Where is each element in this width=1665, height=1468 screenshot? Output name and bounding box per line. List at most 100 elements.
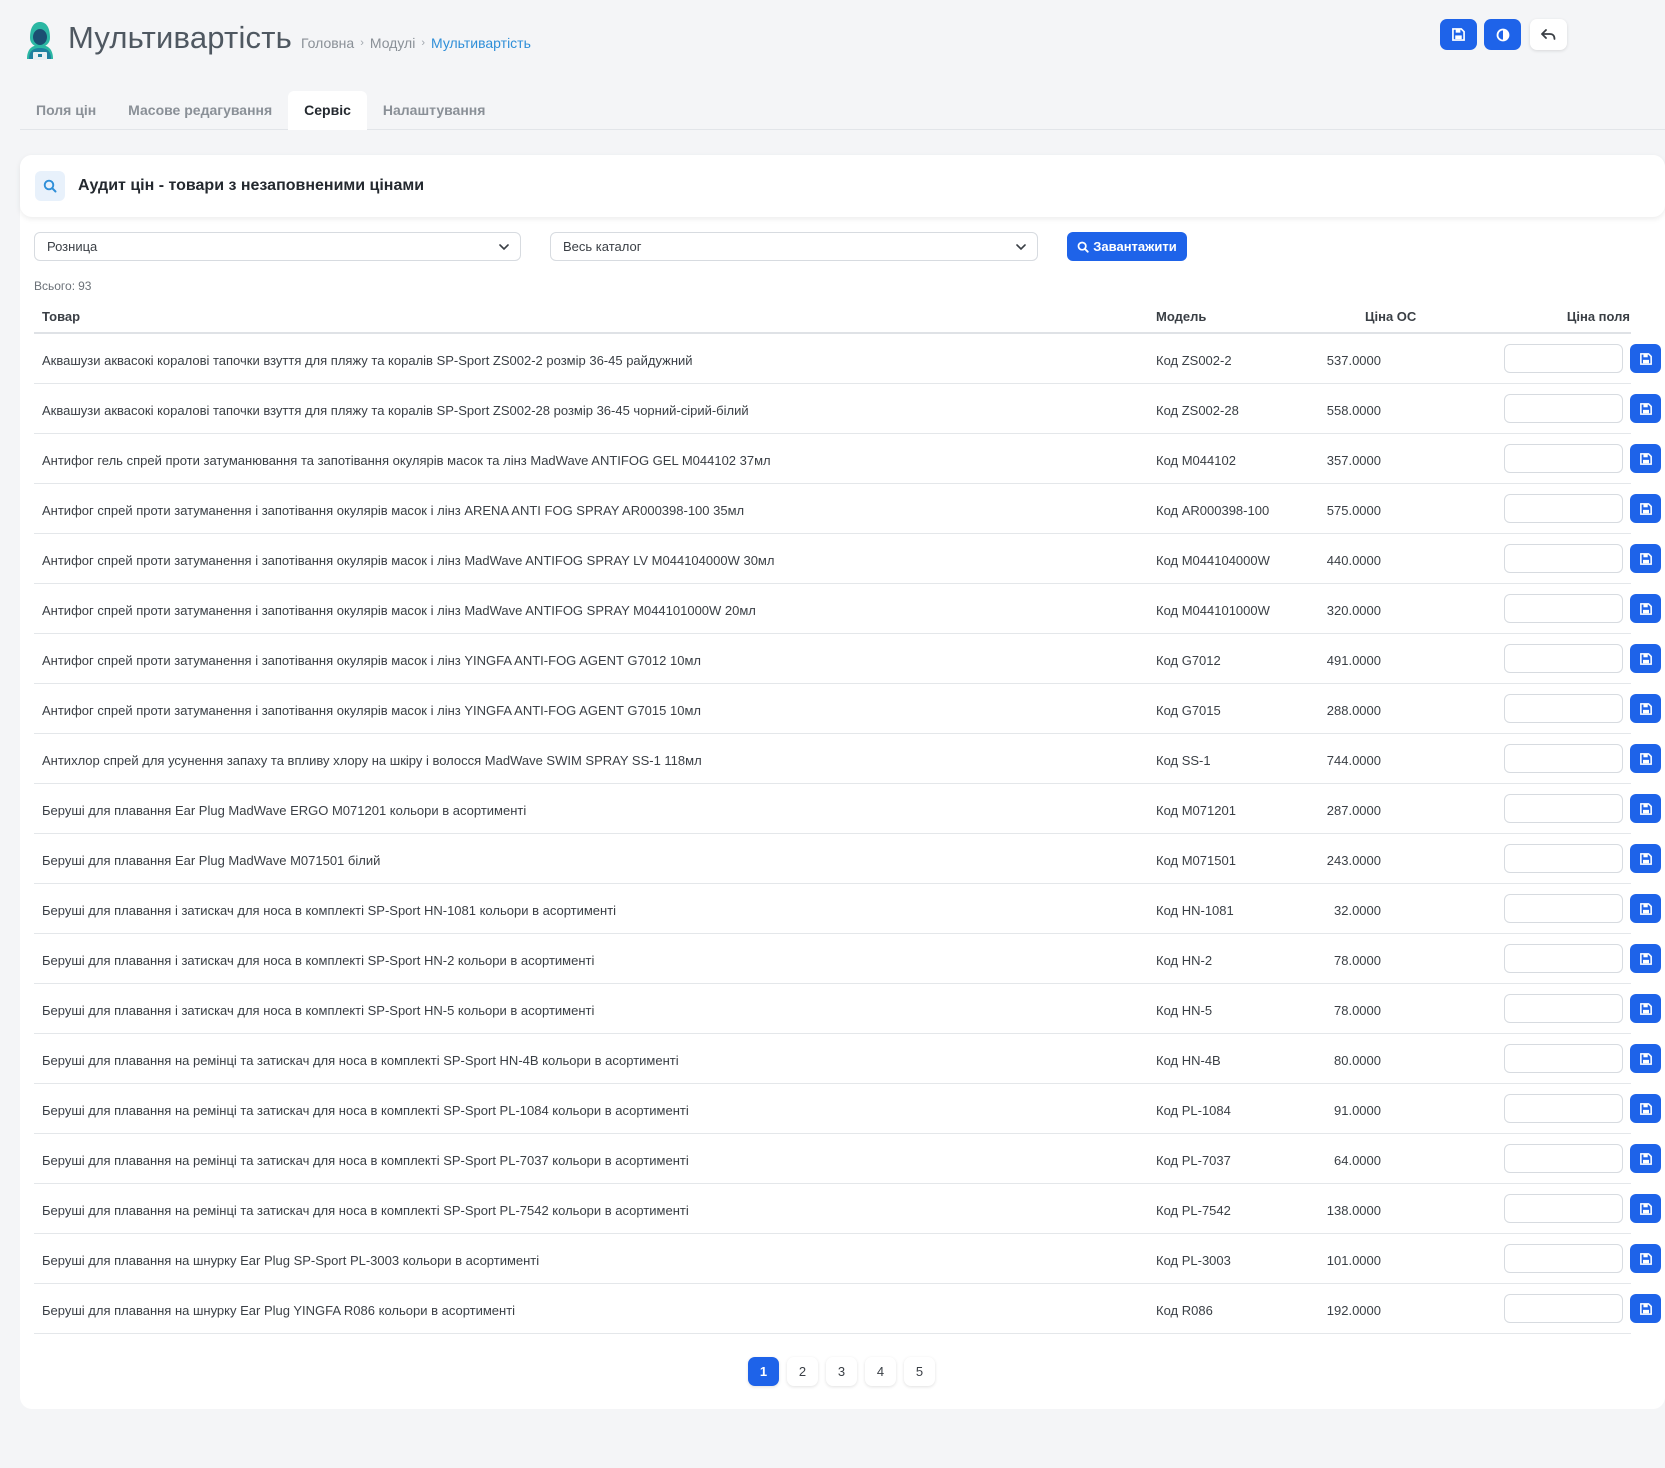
row-save-button[interactable] — [1630, 494, 1661, 523]
row-save-button[interactable] — [1630, 644, 1661, 673]
row-save-button[interactable] — [1630, 844, 1661, 873]
product-model: Код ZS002-2 — [1156, 353, 1232, 368]
row-save-button[interactable] — [1630, 694, 1661, 723]
row-save-button[interactable] — [1630, 1144, 1661, 1173]
product-name: Антифог спрей проти затуманення і запоті… — [42, 603, 756, 618]
save-icon — [1639, 1152, 1652, 1165]
load-button[interactable]: Завантажити — [1067, 232, 1187, 261]
product-name: Беруші для плавання на шнурку Ear Plug Y… — [42, 1303, 516, 1318]
product-price-os: 287.0000 — [1326, 803, 1381, 818]
product-price-os: 744.0000 — [1326, 753, 1381, 768]
breadcrumb-current-link[interactable]: Мультивартість — [431, 35, 531, 51]
price-field-input[interactable] — [1504, 594, 1623, 623]
row-save-button[interactable] — [1630, 344, 1661, 373]
price-field-input[interactable] — [1504, 694, 1623, 723]
header-save-button[interactable] — [1440, 19, 1477, 50]
product-model: Код PL-3003 — [1156, 1253, 1231, 1268]
chevron-down-icon — [499, 244, 509, 251]
price-field-input[interactable] — [1504, 744, 1623, 773]
product-model: Код M071501 — [1156, 853, 1236, 868]
tab-settings[interactable]: Налаштування — [367, 91, 502, 130]
pagination: 1 2 3 4 5 — [748, 1357, 935, 1386]
table-row: Аквашузи аквасокі коралові тапочки взутт… — [34, 334, 1661, 384]
price-field-input[interactable] — [1504, 1294, 1623, 1323]
product-name: Антифог спрей проти затуманення і запоті… — [42, 503, 745, 518]
row-save-button[interactable] — [1630, 944, 1661, 973]
price-field-input[interactable] — [1504, 344, 1623, 373]
price-field-input[interactable] — [1504, 394, 1623, 423]
page-4-button[interactable]: 4 — [865, 1357, 896, 1386]
row-save-button[interactable] — [1630, 1044, 1661, 1073]
product-model: Код PL-1084 — [1156, 1103, 1231, 1118]
price-field-input[interactable] — [1504, 1144, 1623, 1173]
row-save-button[interactable] — [1630, 1294, 1661, 1323]
table-row: Антихлор спрей для усунення запаху та вп… — [34, 734, 1661, 784]
row-save-button[interactable] — [1630, 744, 1661, 773]
row-save-button[interactable] — [1630, 1194, 1661, 1223]
product-model: Код M071201 — [1156, 803, 1236, 818]
row-save-button[interactable] — [1630, 994, 1661, 1023]
product-name: Беруші для плавання і затискач для носа … — [42, 903, 617, 918]
row-save-button[interactable] — [1630, 894, 1661, 923]
search-icon — [35, 171, 65, 201]
row-save-button[interactable] — [1630, 1094, 1661, 1123]
page-title: Мультивартість — [68, 20, 292, 55]
product-price-os: 243.0000 — [1326, 853, 1381, 868]
page-3-button[interactable]: 3 — [826, 1357, 857, 1386]
theme-toggle-button[interactable] — [1484, 19, 1521, 50]
price-field-input[interactable] — [1504, 1094, 1623, 1123]
page-1-button[interactable]: 1 — [748, 1357, 779, 1386]
table-row: Беруші для плавання і затискач для носа … — [34, 984, 1661, 1034]
product-model: Код AR000398-100 — [1156, 503, 1270, 518]
table-row: Антифог спрей проти затуманення і запоті… — [34, 534, 1661, 584]
row-save-button[interactable] — [1630, 794, 1661, 823]
price-field-input[interactable] — [1504, 1194, 1623, 1223]
price-field-input[interactable] — [1504, 644, 1623, 673]
product-model: Код HN-5 — [1156, 1003, 1213, 1018]
product-price-os: 64.0000 — [1334, 1153, 1381, 1168]
page-2-button[interactable]: 2 — [787, 1357, 818, 1386]
price-field-input[interactable] — [1504, 844, 1623, 873]
table-row: Беруші для плавання на ремінці та затиск… — [34, 1034, 1661, 1084]
table-row: Аквашузи аквасокі коралові тапочки взутт… — [34, 384, 1661, 434]
table-row: Беруші для плавання на ремінці та затиск… — [34, 1134, 1661, 1184]
save-icon — [1639, 1102, 1652, 1115]
price-field-input[interactable] — [1504, 794, 1623, 823]
product-name: Беруші для плавання на ремінці та затиск… — [42, 1053, 679, 1068]
table-row: Беруші для плавання і затискач для носа … — [34, 884, 1661, 934]
row-save-button[interactable] — [1630, 544, 1661, 573]
tab-mass-edit[interactable]: Масове редагування — [112, 91, 288, 130]
save-icon — [1639, 1302, 1652, 1315]
header-product: Товар — [42, 309, 81, 324]
price-field-input[interactable] — [1504, 544, 1623, 573]
table-row: Антифог спрей проти затуманення і запоті… — [34, 684, 1661, 734]
product-model: Код PL-7037 — [1156, 1153, 1231, 1168]
catalog-select[interactable]: Весь каталог — [550, 232, 1038, 261]
table-row: Антифог спрей проти затуманення і запоті… — [34, 484, 1661, 534]
product-model: Код PL-7542 — [1156, 1203, 1231, 1218]
price-type-select[interactable]: Розница — [34, 232, 521, 261]
row-save-button[interactable] — [1630, 394, 1661, 423]
price-field-input[interactable] — [1504, 1244, 1623, 1273]
breadcrumb: Головна › Модулі › Мультивартість — [301, 35, 531, 51]
page-5-button[interactable]: 5 — [904, 1357, 935, 1386]
price-field-input[interactable] — [1504, 494, 1623, 523]
load-button-label: Завантажити — [1093, 239, 1177, 254]
price-field-input[interactable] — [1504, 994, 1623, 1023]
product-name: Беруші для плавання на ремінці та затиск… — [42, 1153, 689, 1168]
breadcrumb-modules-link[interactable]: Модулі — [370, 35, 415, 51]
price-field-input[interactable] — [1504, 444, 1623, 473]
row-save-button[interactable] — [1630, 444, 1661, 473]
tab-service[interactable]: Сервіс — [288, 91, 367, 130]
product-name: Антифог спрей проти затуманення і запоті… — [42, 553, 775, 568]
breadcrumb-home-link[interactable]: Головна — [301, 35, 354, 51]
row-save-button[interactable] — [1630, 1244, 1661, 1273]
price-field-input[interactable] — [1504, 894, 1623, 923]
row-save-button[interactable] — [1630, 594, 1661, 623]
tab-price-fields[interactable]: Поля цін — [20, 91, 112, 130]
total-label: Всього: — [34, 279, 76, 293]
price-field-input[interactable] — [1504, 1044, 1623, 1073]
product-model: Код R086 — [1156, 1303, 1213, 1318]
back-button[interactable] — [1530, 19, 1567, 50]
price-field-input[interactable] — [1504, 944, 1623, 973]
